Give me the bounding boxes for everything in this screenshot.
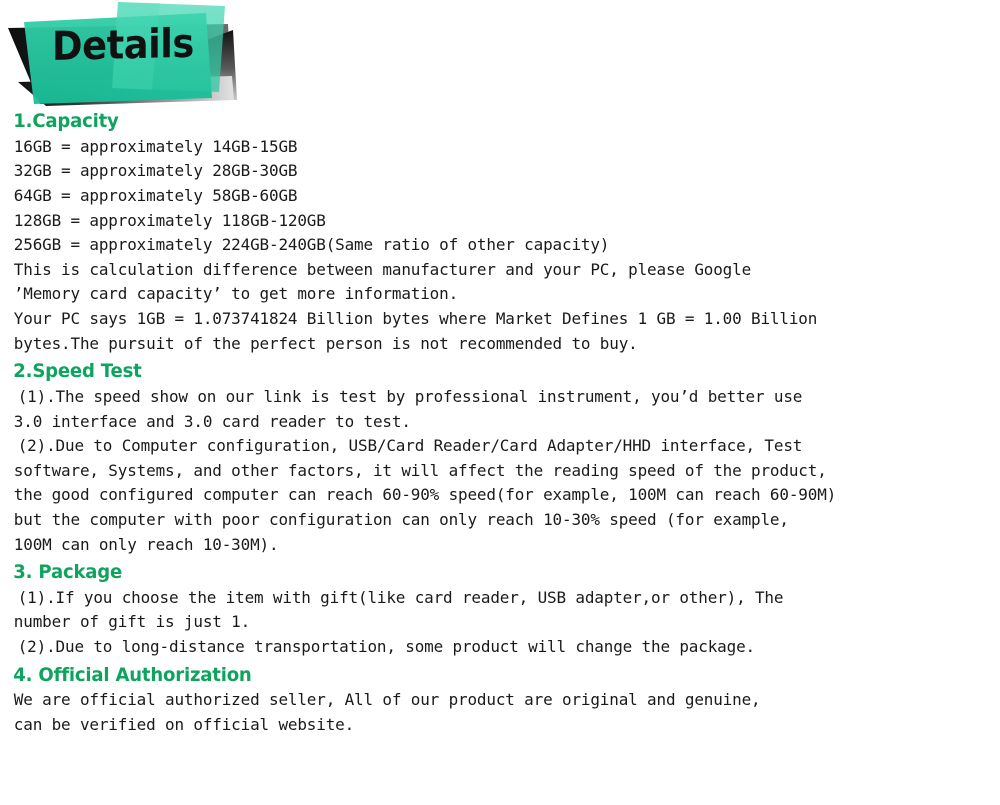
capacity-note-line-2: ’Memory card capacity’ to get more infor…: [13, 284, 459, 304]
speed-line-7: 100M can only reach 10-30M).: [13, 534, 279, 554]
section-heading-capacity: 1.Capacity: [13, 110, 119, 132]
banner-title: Details: [52, 20, 194, 70]
capacity-line-128gb: 128GB = approximately 118GB-120GB: [13, 210, 326, 230]
package-line-3: (2).Due to long-distance transportation,…: [17, 637, 755, 657]
capacity-note-line-4: bytes.The pursuit of the perfect person …: [13, 333, 638, 353]
details-banner: Details: [0, 0, 1000, 110]
speed-line-3: (2).Due to Computer configuration, USB/C…: [17, 436, 803, 456]
speed-line-2: 3.0 interface and 3.0 card reader to tes…: [13, 411, 411, 431]
section-speed-test: 2.Speed Test (1).The speed show on our l…: [0, 360, 1000, 557]
section-capacity: 1.Capacity 16GB = approximately 14GB-15G…: [0, 110, 1000, 356]
section-heading-official-authorization: 4. Official Authorization: [13, 663, 252, 686]
details-content: 1.Capacity 16GB = approximately 14GB-15G…: [0, 110, 1000, 738]
section-official-authorization: 4. Official Authorization We are officia…: [0, 664, 1000, 738]
capacity-line-32gb: 32GB = approximately 28GB-30GB: [13, 161, 298, 181]
speed-line-1: (1).The speed show on our link is test b…: [17, 386, 803, 406]
speed-line-4: software, Systems, and other factors, it…: [13, 460, 827, 480]
capacity-note-line-3: Your PC says 1GB = 1.073741824 Billion b…: [13, 308, 818, 328]
authorization-line-1: We are official authorized seller, All o…: [13, 690, 761, 710]
capacity-line-64gb: 64GB = approximately 58GB-60GB: [13, 185, 298, 205]
authorization-line-2: can be verified on official website.: [13, 715, 355, 735]
capacity-line-16gb: 16GB = approximately 14GB-15GB: [13, 136, 298, 156]
capacity-note-line-1: This is calculation difference between m…: [13, 259, 752, 279]
section-heading-package: 3. Package: [13, 561, 123, 584]
section-heading-speed-test: 2.Speed Test: [13, 360, 142, 383]
section-package: 3. Package (1).If you choose the item wi…: [0, 561, 1000, 660]
capacity-line-256gb: 256GB = approximately 224GB-240GB(Same r…: [13, 235, 610, 255]
speed-line-5: the good configured computer can reach 6…: [13, 485, 837, 505]
speed-line-6: but the computer with poor configuration…: [13, 509, 789, 529]
package-line-1: (1).If you choose the item with gift(lik…: [17, 587, 784, 607]
package-line-2: number of gift is just 1.: [13, 612, 251, 632]
